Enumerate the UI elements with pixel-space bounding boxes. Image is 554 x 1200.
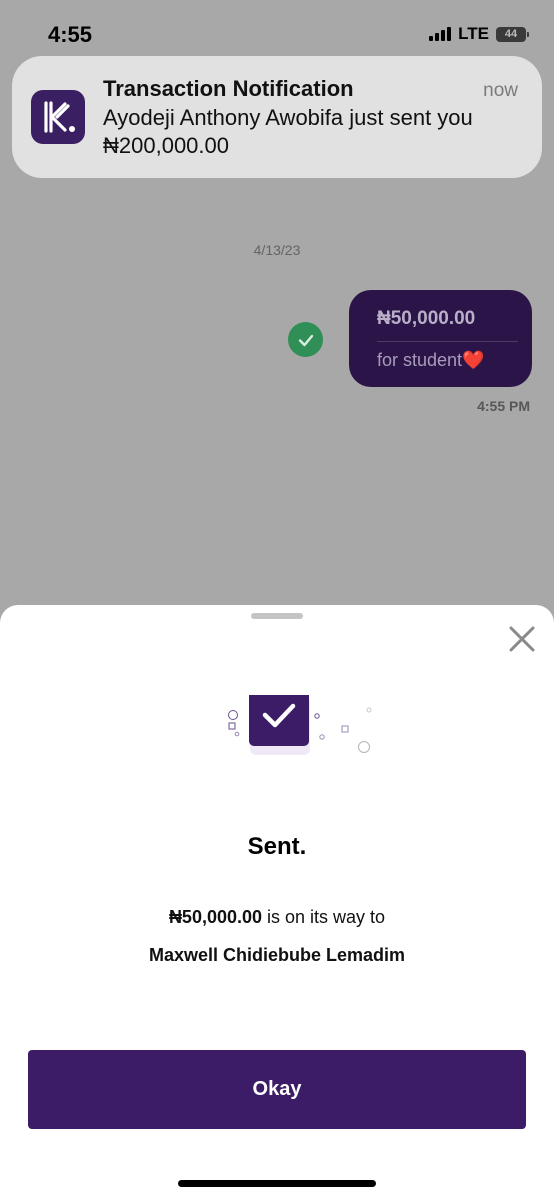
battery-icon: 44 bbox=[496, 26, 529, 42]
kuda-logo-icon bbox=[31, 90, 85, 144]
signal-icon bbox=[429, 27, 452, 41]
battery-level: 44 bbox=[504, 28, 518, 40]
notification-body: Ayodeji Anthony Awobifa just sent you ₦2… bbox=[103, 105, 473, 158]
okay-button[interactable]: Okay bbox=[28, 1050, 526, 1129]
delivered-check-icon bbox=[288, 322, 323, 357]
status-bar: 4:55 LTE 44 bbox=[0, 0, 554, 60]
status-time: 4:55 bbox=[48, 22, 93, 47]
transaction-notification[interactable]: Transaction Notification now Ayodeji Ant… bbox=[12, 56, 542, 178]
message-note: for student bbox=[377, 350, 463, 370]
status-right: LTE 44 bbox=[429, 24, 529, 44]
sent-amount: ₦50,000.00 bbox=[168, 907, 263, 927]
chat-date: 4/13/23 bbox=[253, 242, 301, 258]
sheet-drag-handle[interactable] bbox=[251, 613, 303, 619]
notification-title: Transaction Notification bbox=[103, 76, 354, 101]
network-label: LTE bbox=[458, 24, 489, 43]
message-amount: ₦50,000.00 bbox=[377, 308, 476, 329]
success-illustration bbox=[220, 686, 380, 765]
bubble-divider bbox=[377, 341, 518, 342]
close-icon[interactable] bbox=[508, 625, 536, 653]
recipient-name: Maxwell Chidiebube Lemadim bbox=[148, 945, 406, 965]
sent-message: ₦50,000.00 is on its way to bbox=[0, 907, 554, 928]
home-indicator bbox=[178, 1180, 376, 1187]
heart-emoji: ❤️ bbox=[462, 350, 485, 370]
message-note-row: for student❤️ bbox=[377, 350, 484, 371]
notification-time: now bbox=[483, 80, 518, 101]
sent-message-suffix: is on its way to bbox=[262, 907, 386, 927]
success-sheet: Sent. ₦50,000.00 is on its way to Maxwel… bbox=[0, 605, 554, 1200]
message-time: 4:55 PM bbox=[477, 398, 530, 414]
sent-title: Sent. bbox=[247, 833, 307, 860]
message-bubble[interactable]: ₦50,000.00 for student❤️ bbox=[349, 290, 532, 387]
